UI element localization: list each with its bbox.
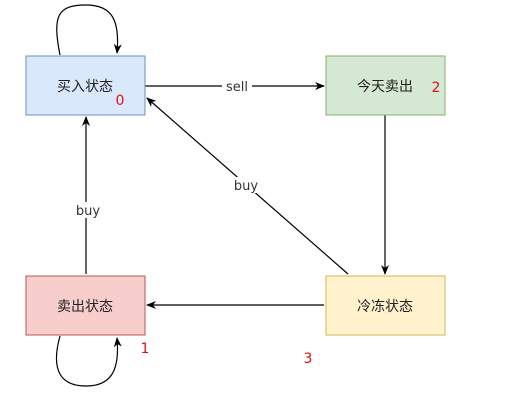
state-tag: 0 [116, 93, 125, 109]
state-node-sell: 卖出状态 1 [25, 275, 150, 357]
state-tag: 2 [432, 80, 441, 96]
state-node-sold-today: 今天卖出 2 [325, 55, 446, 116]
state-tag: 1 [141, 341, 150, 357]
state-label: 冷冻状态 [357, 298, 413, 315]
state-diagram: sell buy buy 买入状态 0 今天卖出 2 冷冻状态 3 卖出状态 1 [25, 4, 446, 387]
edge-label-buy-vertical: buy [76, 204, 100, 219]
state-label: 卖出状态 [57, 299, 113, 315]
state-label: 买入状态 [57, 79, 113, 95]
state-label: 今天卖出 [357, 79, 413, 95]
state-tag: 3 [304, 351, 313, 367]
edge-label-buy-diagonal: buy [234, 179, 258, 194]
state-node-buy: 买入状态 0 [25, 55, 146, 116]
edge-buy-self-loop [56, 4, 122, 56]
state-node-cooldown: 冷冻状态 3 [304, 275, 446, 367]
edge-sell-self-loop [55, 335, 122, 387]
edge-label-sell: sell [226, 80, 248, 95]
